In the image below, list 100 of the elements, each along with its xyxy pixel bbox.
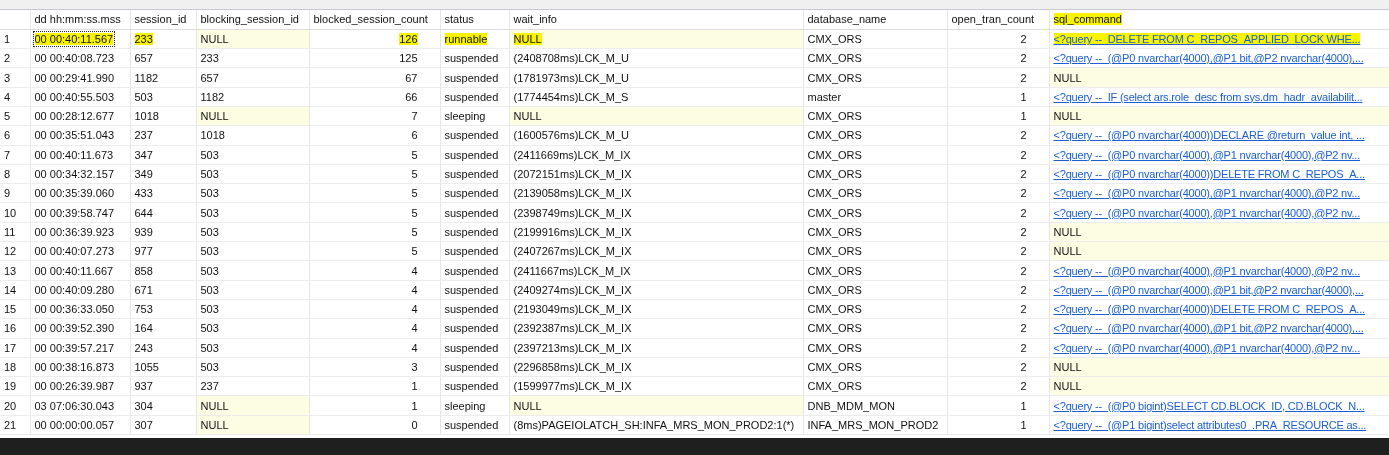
query-link[interactable]: <?query -- (@P0 nvarchar(4000),@P1 nvarchar(4000),@P2 nv... — [1053, 206, 1361, 219]
table-cell: 1018 — [200, 129, 225, 142]
column-header[interactable]: open_tran_count — [951, 13, 1035, 26]
table-cell: 503 — [134, 90, 153, 103]
table-cell: 237 — [200, 380, 219, 393]
query-link[interactable]: <?query -- (@P0 nvarchar(4000))DECLARE @return_value int, ... — [1053, 129, 1365, 142]
column-header[interactable]: blocking_session_id — [200, 13, 299, 26]
query-link[interactable]: <?query -- IF (select ars.role_desc from sys.dm_hadr_availabilit... — [1053, 90, 1363, 103]
table-cell: (2193049ms)LCK_M_IX — [513, 303, 632, 316]
table-cell: 1 — [411, 380, 418, 393]
table-cell: suspended — [444, 283, 499, 296]
table-cell: 2 — [1020, 225, 1027, 238]
table-cell: NULL — [1053, 71, 1082, 84]
table-cell: CMX_ORS — [807, 322, 862, 335]
table-cell: 1018 — [134, 110, 159, 123]
table-cell: suspended — [444, 225, 499, 238]
table-cell: 307 — [134, 418, 153, 431]
table-cell: CMX_ORS — [807, 206, 862, 219]
query-link[interactable]: <?query -- (@P0 nvarchar(4000),@P1 nvarchar(4000),@P2 nv... — [1053, 148, 1361, 161]
column-header[interactable]: blocked_session_count — [313, 13, 428, 26]
table-cell: 1182 — [200, 90, 225, 103]
table-cell: 304 — [134, 399, 153, 412]
query-link[interactable]: <?query -- (@P0 nvarchar(4000),@P1 bit,@P2 nvarchar(4000),... — [1053, 283, 1364, 296]
table-cell: 237 — [134, 129, 153, 142]
table-cell: NULL — [1053, 380, 1082, 393]
table-cell: 2 — [1020, 361, 1027, 373]
query-link[interactable]: <?query -- (@P0 nvarchar(4000))DELETE FROM C_REPOS_A... — [1053, 168, 1365, 180]
table-cell: suspended — [444, 380, 499, 393]
table-cell: 2 — [1020, 187, 1027, 200]
query-link[interactable]: <?query -- (@P1 bigint)select attributes0_.PRA_RESOURCE as... — [1053, 418, 1367, 431]
table-cell: 1055 — [134, 361, 159, 373]
table-cell: (2397213ms)LCK_M_IX — [513, 341, 632, 354]
table-cell: 00 00:38:16.873 — [34, 361, 115, 373]
table-cell: 66 — [405, 90, 418, 103]
row-number: 1 — [4, 32, 11, 45]
table-cell: 5 — [411, 187, 418, 200]
column-header[interactable]: session_id — [134, 13, 187, 26]
table-cell: sleeping — [444, 110, 486, 123]
table-cell: CMX_ORS — [807, 187, 862, 200]
table-cell: 00 00:39:57.217 — [34, 341, 115, 354]
query-link[interactable]: <?query -- (@P0 nvarchar(4000),@P1 bit,@P2 nvarchar(4000),... — [1053, 322, 1364, 335]
row-number: 8 — [4, 168, 11, 180]
row-number: 11 — [4, 225, 16, 238]
table-cell: 00 00:35:51.043 — [34, 129, 115, 142]
query-link[interactable]: <?query -- (@P0 nvarchar(4000))DELETE FROM C_REPOS_A... — [1053, 303, 1365, 316]
table-cell: 4 — [411, 322, 418, 335]
table-cell: 5 — [411, 168, 418, 180]
query-link[interactable]: <?query -- DELETE FROM C_REPOS_APPLIED_LOCK WHE... — [1053, 32, 1361, 45]
table-cell: 00 00:28:12.677 — [34, 110, 115, 123]
query-link[interactable]: <?query -- (@P0 nvarchar(4000),@P1 nvarchar(4000),@P2 nv... — [1053, 341, 1361, 354]
table-cell: CMX_ORS — [807, 361, 862, 373]
table-cell: 2 — [1020, 264, 1027, 277]
table-cell: (2407267ms)LCK_M_IX — [513, 245, 632, 258]
column-header[interactable]: dd hh:mm:ss.mss — [34, 13, 121, 26]
table-cell: 503 — [200, 341, 219, 354]
table-cell: suspended — [444, 418, 499, 431]
table-cell: (2296858ms)LCK_M_IX — [513, 361, 632, 373]
table-cell: (2409274ms)LCK_M_IX — [513, 283, 632, 296]
table-cell: 6 — [411, 129, 418, 142]
table-cell: NULL — [200, 32, 229, 45]
table-cell: suspended — [444, 168, 499, 180]
table-cell: DNB_MDM_MON — [807, 399, 895, 412]
table-cell: 503 — [200, 361, 219, 373]
column-header[interactable]: wait_info — [513, 13, 557, 26]
query-link[interactable]: <?query -- (@P0 nvarchar(4000),@P1 nvarchar(4000),@P2 nv... — [1053, 187, 1361, 200]
table-cell: suspended — [444, 52, 499, 65]
table-cell: 00 00:29:41.990 — [34, 71, 115, 84]
query-link[interactable]: <?query -- (@P0 nvarchar(4000),@P1 nvarchar(4000),@P2 nv... — [1053, 264, 1361, 277]
row-number: 15 — [4, 303, 17, 316]
table-cell: 233 — [200, 52, 219, 65]
column-header[interactable]: status — [444, 13, 474, 26]
query-link[interactable]: <?query -- (@P0 bigint)SELECT CD.BLOCK_ID, CD.BLOCK_N... — [1053, 399, 1365, 412]
table-cell: 00 00:00:00.057 — [34, 418, 115, 431]
table-cell: 00 00:34:32.157 — [34, 168, 115, 180]
table-cell: suspended — [444, 129, 499, 142]
table-cell: 503 — [200, 283, 219, 296]
table-cell: 00 00:40:11.667 — [34, 264, 114, 277]
table-cell: 2 — [1020, 341, 1027, 354]
table-cell: CMX_ORS — [807, 71, 862, 84]
row-number: 6 — [4, 129, 11, 142]
table-cell: suspended — [444, 264, 499, 277]
query-link[interactable]: <?query -- (@P0 nvarchar(4000),@P1 bit,@P2 nvarchar(4000),... — [1053, 52, 1364, 65]
row-number: 20 — [4, 399, 17, 412]
table-cell: NULL — [1053, 225, 1082, 238]
table-cell: 858 — [134, 264, 153, 277]
column-header[interactable]: database_name — [807, 13, 887, 26]
table-cell: 5 — [411, 245, 418, 258]
table-cell: 2 — [1020, 168, 1027, 180]
table-cell: 2 — [1020, 245, 1027, 258]
row-number: 21 — [4, 418, 17, 431]
table-cell: NULL — [200, 418, 229, 431]
table-cell: suspended — [444, 245, 499, 258]
table-cell: suspended — [444, 303, 499, 316]
table-cell: 67 — [405, 71, 418, 84]
table-cell: 00 00:39:52.390 — [34, 322, 115, 335]
table-cell: 939 — [134, 225, 153, 238]
column-header[interactable]: sql_command — [1053, 13, 1122, 26]
row-number: 19 — [4, 380, 17, 393]
table-cell: 347 — [134, 148, 153, 161]
table-cell: NULL — [513, 399, 542, 412]
